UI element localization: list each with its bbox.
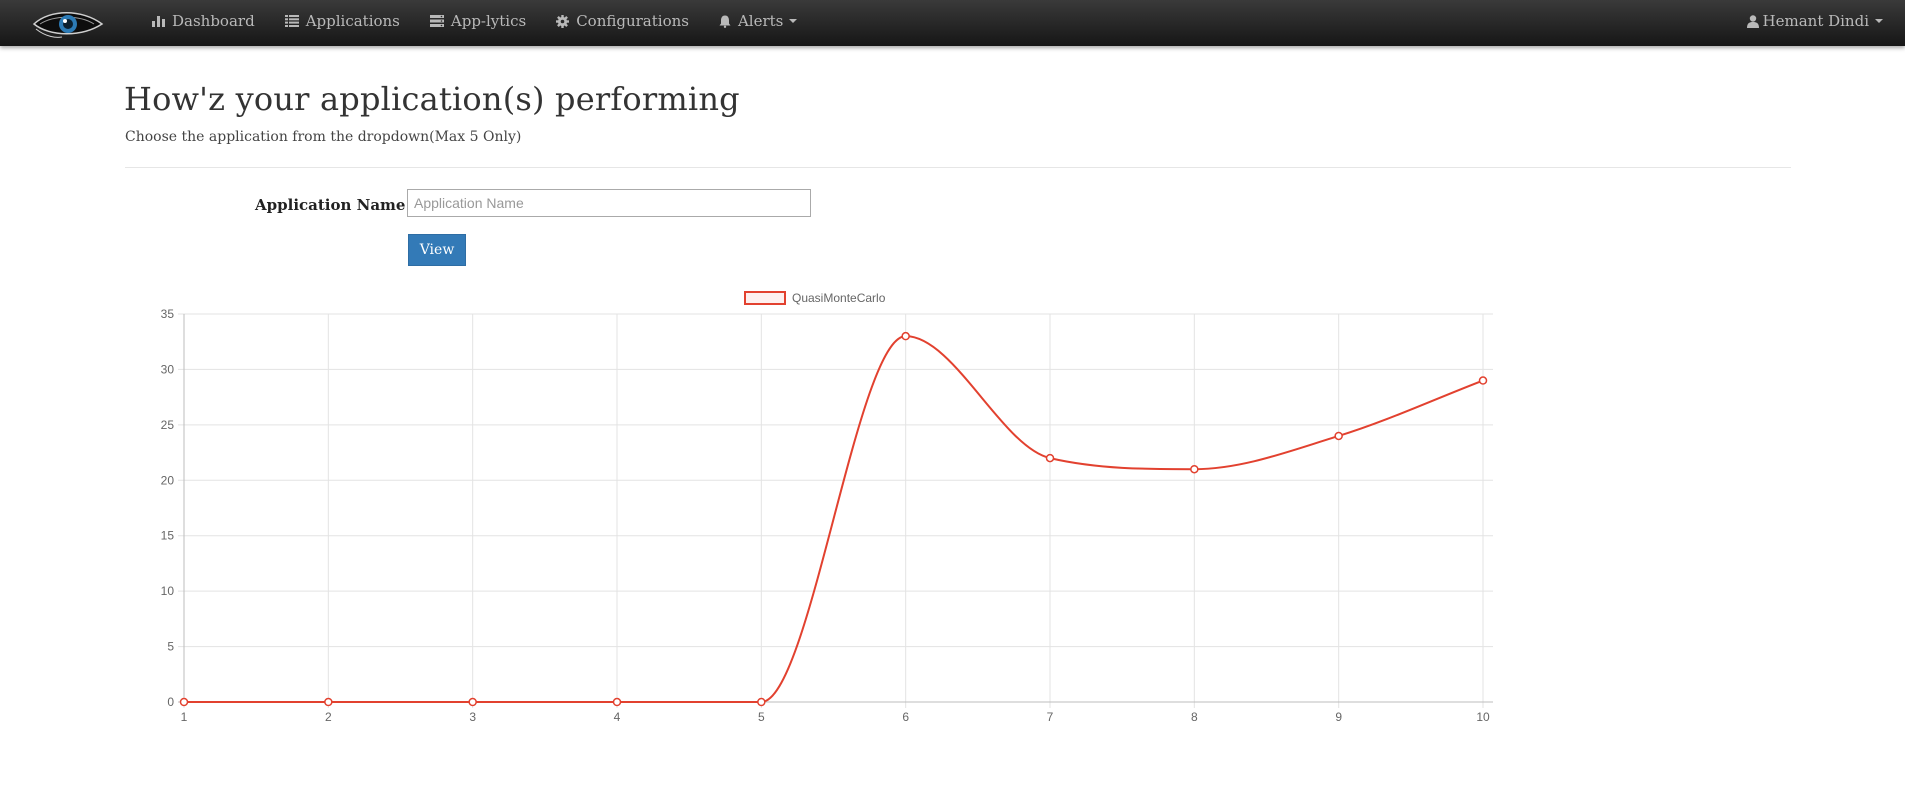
y-tick-label: 20 bbox=[161, 473, 175, 487]
data-point bbox=[324, 697, 333, 707]
legend-label: QuasiMonteCarlo bbox=[792, 291, 886, 305]
x-tick-label: 10 bbox=[1476, 710, 1490, 724]
legend-swatch bbox=[744, 291, 786, 305]
y-tick-label: 25 bbox=[161, 418, 175, 432]
data-point bbox=[1478, 376, 1488, 385]
x-tick-label: 8 bbox=[1191, 710, 1198, 724]
data-point bbox=[179, 697, 189, 707]
y-tick-label: 15 bbox=[161, 529, 175, 543]
data-point bbox=[612, 697, 622, 707]
y-tick-label: 5 bbox=[167, 640, 174, 654]
x-tick-label: 7 bbox=[1047, 710, 1054, 724]
performance-line-chart: 0 5 10 15 20 25 30 35 1 2 3 4 5 6 7 8 9 10 QuasiMonteCarlo bbox=[161, 291, 1493, 724]
data-point bbox=[901, 331, 910, 341]
data-point bbox=[468, 697, 477, 707]
y-tick-label: 0 bbox=[167, 695, 174, 709]
x-tick-label: 2 bbox=[325, 710, 332, 724]
x-tick-label: 6 bbox=[902, 710, 909, 724]
x-tick-label: 3 bbox=[469, 710, 476, 724]
x-tick-label: 9 bbox=[1335, 710, 1342, 724]
y-tick-label: 35 bbox=[161, 307, 175, 321]
x-tick-label: 5 bbox=[758, 710, 765, 724]
data-point bbox=[1045, 453, 1055, 463]
x-tick-label: 1 bbox=[181, 710, 188, 724]
data-point bbox=[1190, 464, 1199, 474]
data-point bbox=[757, 697, 766, 707]
data-point bbox=[1334, 431, 1343, 441]
x-tick-label: 4 bbox=[614, 710, 621, 724]
y-tick-label: 10 bbox=[161, 584, 175, 598]
y-tick-label: 30 bbox=[161, 362, 175, 376]
series-line-quasimontecarlo bbox=[183, 335, 1484, 704]
